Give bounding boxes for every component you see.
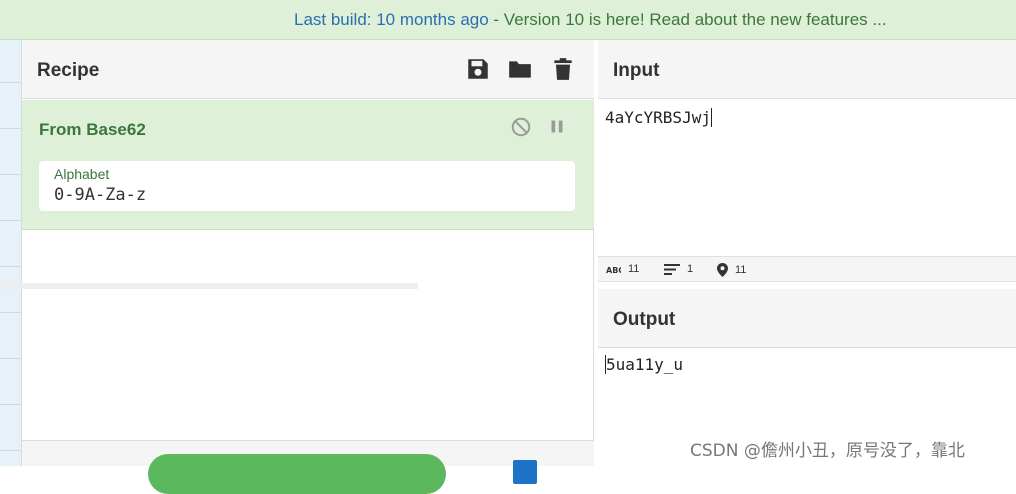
lines-icon (664, 263, 680, 275)
trash-icon[interactable] (550, 56, 576, 82)
version-announcement[interactable]: - Version 10 is here! Read about the new… (489, 10, 886, 29)
pause-icon[interactable] (546, 116, 568, 138)
length-stat: ABC 11 (606, 263, 639, 275)
alphabet-input[interactable] (54, 185, 554, 205)
lines-value: 1 (687, 263, 694, 275)
last-build-link[interactable]: Last build: 10 months ago (294, 10, 489, 29)
input-pane: Input 4aYcYRBSJwj ABC 11 1 11 (598, 40, 1016, 285)
save-icon[interactable] (465, 56, 491, 82)
input-title: Input (613, 60, 660, 81)
svg-text:ABC: ABC (606, 266, 621, 274)
recipe-footer (22, 440, 594, 494)
auto-bake-checkbox[interactable] (513, 460, 537, 484)
operations-panel-edge (0, 40, 22, 466)
output-text-area[interactable]: 5ua11y_u (605, 355, 683, 374)
operation-from-base62[interactable]: From Base62 Alphabet (22, 100, 594, 230)
recipe-pane: Recipe From Base62 Alphabet (22, 40, 594, 494)
recipe-header: Recipe (22, 40, 594, 99)
lines-stat: 1 (664, 263, 693, 275)
input-text-area[interactable]: 4aYcYRBSJwj (605, 108, 712, 127)
alphabet-argument[interactable]: Alphabet (39, 161, 575, 211)
recipe-title: Recipe (37, 60, 100, 81)
output-header: Output (598, 289, 1016, 348)
location-pin-icon (717, 263, 728, 277)
watermark: CSDN @儋州小丑，原号没了，靠北 (690, 441, 965, 461)
output-text: 5ua11y_u (606, 355, 684, 374)
disable-icon[interactable] (510, 116, 532, 138)
abc-icon: ABC (606, 266, 621, 274)
position-value: 11 (735, 264, 747, 276)
text-cursor (710, 108, 712, 127)
position-stat: 11 (717, 263, 746, 277)
notification-banner: Last build: 10 months ago - Version 10 i… (0, 0, 1016, 40)
banner-message: Last build: 10 months ago - Version 10 i… (294, 10, 887, 30)
bake-button[interactable] (148, 454, 446, 494)
output-title: Output (613, 309, 676, 330)
pane-divider[interactable] (0, 283, 418, 289)
input-header: Input (598, 40, 1016, 99)
folder-icon[interactable] (507, 56, 533, 82)
input-text: 4aYcYRBSJwj (605, 108, 711, 127)
input-status-bar: ABC 11 1 11 (598, 256, 1016, 282)
alphabet-label: Alphabet (54, 166, 110, 182)
operation-name: From Base62 (39, 120, 146, 139)
length-value: 11 (628, 263, 640, 275)
